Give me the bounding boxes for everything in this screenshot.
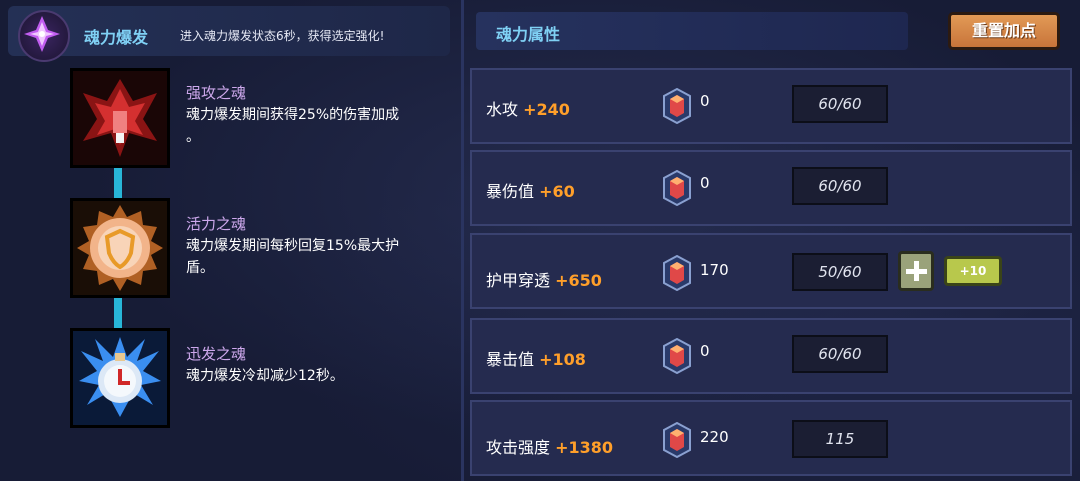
stat-bonus: +108 [539, 350, 586, 369]
soul-burst-crystal-icon[interactable] [18, 10, 70, 62]
points-invested: 0 [700, 92, 710, 110]
soul-connector [114, 164, 122, 200]
soul-name: 迅发之魂 [186, 345, 247, 363]
stat-row-attack-power: 攻击强度 +1380 220 115 [470, 400, 1072, 476]
stat-cap: 115 [792, 420, 888, 458]
stat-row-armor-penetration: 护甲穿透 +650 170 50/60 +10 [470, 233, 1072, 309]
soul-gem-icon [663, 88, 691, 124]
stat-row-crit-rate: 暴击值 +108 0 60/60 [470, 318, 1072, 394]
soul-burst-description: 进入魂力爆发状态6秒，获得选定强化! [180, 29, 385, 43]
stat-name: 暴击值 +108 [486, 350, 586, 369]
soul-gem-icon [663, 338, 691, 374]
stat-row-water-attack: 水攻 +240 0 60/60 [470, 68, 1072, 144]
stat-cap: 60/60 [792, 167, 888, 205]
stat-name: 水攻 +240 [486, 100, 570, 119]
points-invested: 0 [700, 174, 710, 192]
stat-bonus: +650 [555, 271, 602, 290]
soul-description: 魂力爆发期间每秒回复15%最大护 盾。 [186, 238, 400, 276]
soul-gem-icon [663, 170, 691, 206]
soul-name: 活力之魂 [186, 215, 247, 233]
red-beast-soul-icon[interactable] [70, 68, 170, 168]
points-invested: 220 [700, 428, 729, 446]
add-ten-points-button[interactable]: +10 [944, 256, 1002, 286]
soul-description: 魂力爆发期间获得25%的伤害加成 。 [186, 107, 400, 145]
points-invested: 0 [700, 342, 710, 360]
points-invested: 170 [700, 261, 729, 279]
soul-gem-icon [663, 422, 691, 458]
soul-attributes-header: 魂力属性 [476, 12, 908, 50]
stat-cap: 50/60 [792, 253, 888, 291]
soul-gem-icon [663, 255, 691, 291]
stat-name: 护甲穿透 +650 [486, 271, 602, 290]
orange-shield-soul-icon[interactable] [70, 198, 170, 298]
soul-name: 强攻之魂 [186, 84, 247, 102]
panel-divider [461, 0, 464, 481]
stat-name: 攻击强度 +1380 [486, 438, 614, 457]
stat-cap: 60/60 [792, 85, 888, 123]
stat-name: 暴伤值 +60 [486, 182, 575, 201]
soul-burst-header: 魂力爆发 进入魂力爆发状态6秒，获得选定强化! [8, 6, 450, 62]
stat-bonus: +240 [523, 100, 570, 119]
stat-bonus: +1380 [555, 438, 614, 457]
blue-clock-soul-icon[interactable] [70, 328, 170, 428]
add-point-button[interactable] [898, 251, 934, 291]
reset-points-button[interactable]: 重置加点 [948, 12, 1060, 50]
stat-cap: 60/60 [792, 335, 888, 373]
stat-row-crit-damage: 暴伤值 +60 0 60/60 [470, 150, 1072, 226]
stat-bonus: +60 [539, 182, 575, 201]
soul-burst-title: 魂力爆发 [84, 28, 149, 47]
attributes-title: 魂力属性 [496, 25, 561, 44]
soul-description: 魂力爆发冷却减少12秒。 [186, 368, 344, 384]
